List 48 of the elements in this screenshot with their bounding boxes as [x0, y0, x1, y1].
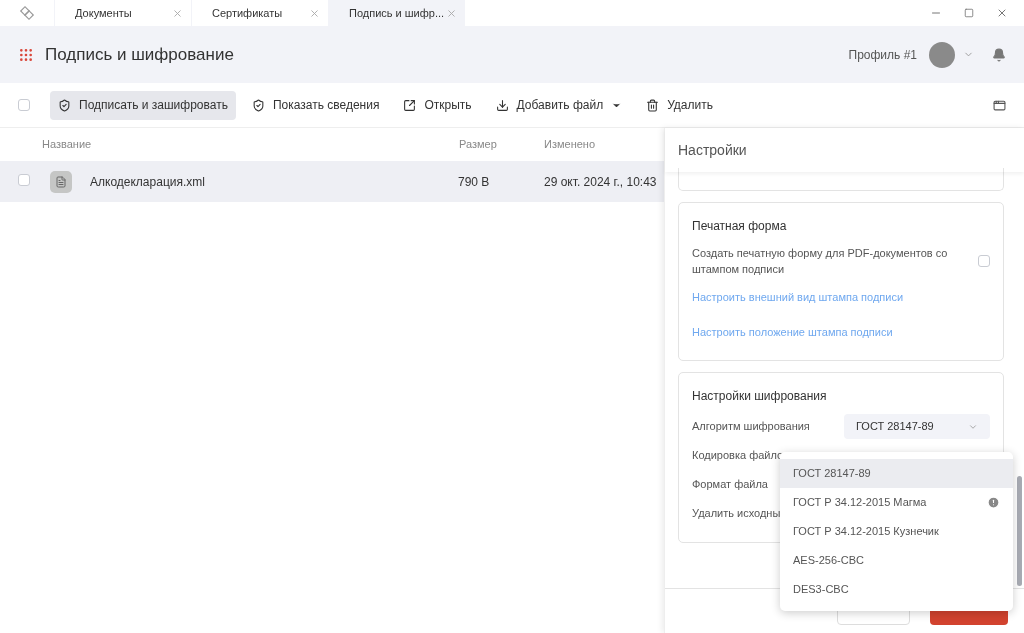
logo-icon: [19, 5, 35, 21]
file-name: Алкодекларация.xml: [90, 173, 206, 191]
toolbar-button[interactable]: Подписать и зашифровать: [50, 90, 236, 120]
toolbar-button[interactable]: Показать сведения: [243, 90, 388, 120]
column-header: Размер: [459, 137, 498, 153]
close-icon[interactable]: [309, 7, 320, 19]
menu-item[interactable]: DES3-CBC: [780, 575, 1013, 604]
bell-icon[interactable]: [992, 47, 1006, 62]
row-checkbox[interactable]: [18, 173, 30, 186]
select-all-checkbox[interactable]: [18, 99, 30, 111]
trash-icon: [646, 98, 660, 112]
shield-icon: [58, 98, 71, 112]
menu-item[interactable]: AES-256-CBC: [780, 546, 1013, 575]
download-icon: [495, 98, 509, 112]
field-label: Удалить исходны: [692, 506, 782, 522]
menu-item[interactable]: ГОСТ Р 34.12-2015 Магма: [780, 488, 1013, 517]
card-title: Печатная форма: [692, 218, 788, 235]
option-checkbox[interactable]: [978, 255, 990, 267]
algorithm-select[interactable]: ГОСТ 28147-89: [844, 414, 990, 439]
column-header: Изменено: [544, 137, 595, 153]
field-label: Алгоритм шифрования: [692, 419, 811, 435]
menu-item[interactable]: ГОСТ Р 34.12-2015 Кузнечик: [780, 517, 1013, 546]
menu-item[interactable]: ГОСТ 28147-89: [780, 459, 1013, 488]
close-icon[interactable]: [446, 7, 457, 19]
panel-icon[interactable]: [993, 98, 1006, 112]
option-label: Создать печатную форму для PDF-документов со штампом подписи: [692, 246, 949, 277]
field-label: Формат файла: [692, 477, 769, 493]
column-header: Название: [42, 137, 93, 153]
profile-name[interactable]: Профиль #1: [848, 45, 917, 64]
file-icon: [50, 170, 72, 193]
tab[interactable]: Документы: [55, 0, 191, 26]
file-row[interactable]: Алкодекларация.xml 790 B 29 окт. 2024 г., 10:43: [0, 161, 664, 202]
shield-icon: [251, 98, 265, 112]
open-icon: [403, 98, 417, 112]
avatar[interactable]: [929, 41, 955, 68]
toolbar-button[interactable]: Удалить: [638, 90, 721, 120]
toolbar-button[interactable]: Добавить файл: [487, 90, 631, 120]
maximize-icon[interactable]: [964, 8, 974, 18]
page-title: Подпись и шифрование: [45, 43, 234, 66]
panel-title: Настройки: [678, 140, 747, 160]
close-icon[interactable]: [996, 7, 1008, 19]
apps-icon[interactable]: [18, 46, 34, 63]
file-date: 29 окт. 2024 г., 10:43: [544, 173, 657, 191]
tab[interactable]: Сертификаты: [192, 0, 328, 26]
close-icon[interactable]: [172, 7, 183, 19]
toolbar-button[interactable]: Открыть: [395, 90, 480, 120]
file-size: 790 B: [458, 173, 491, 191]
card-title: Настройки шифрования: [692, 388, 828, 405]
